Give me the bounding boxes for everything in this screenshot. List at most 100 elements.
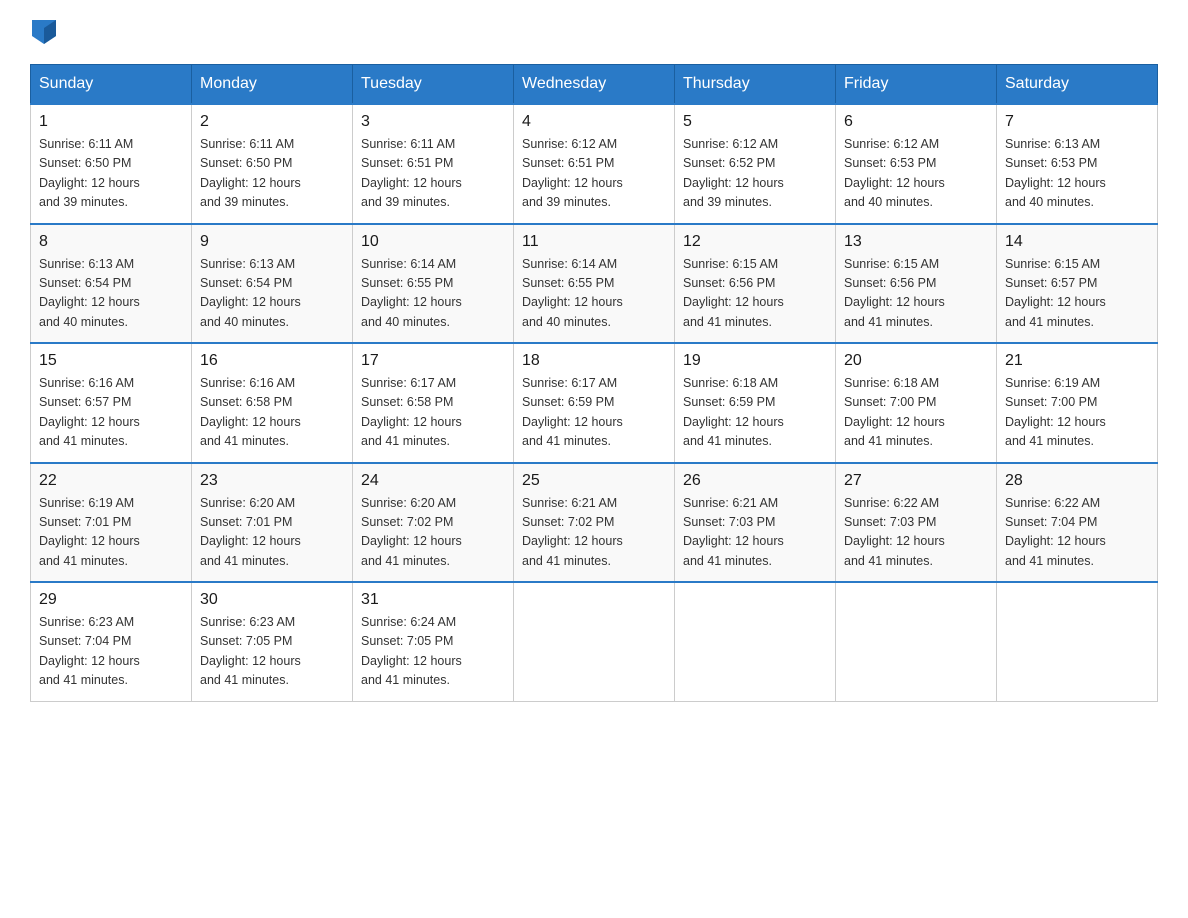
calendar-cell: 1 Sunrise: 6:11 AM Sunset: 6:50 PM Dayli… bbox=[31, 104, 192, 224]
day-info: Sunrise: 6:15 AM Sunset: 6:57 PM Dayligh… bbox=[1005, 255, 1149, 333]
day-info: Sunrise: 6:14 AM Sunset: 6:55 PM Dayligh… bbox=[522, 255, 666, 333]
header-tuesday: Tuesday bbox=[353, 65, 514, 105]
calendar-cell: 6 Sunrise: 6:12 AM Sunset: 6:53 PM Dayli… bbox=[836, 104, 997, 224]
calendar-cell: 23 Sunrise: 6:20 AM Sunset: 7:01 PM Dayl… bbox=[192, 463, 353, 583]
calendar-cell: 16 Sunrise: 6:16 AM Sunset: 6:58 PM Dayl… bbox=[192, 343, 353, 463]
day-info: Sunrise: 6:22 AM Sunset: 7:04 PM Dayligh… bbox=[1005, 494, 1149, 572]
calendar-cell: 9 Sunrise: 6:13 AM Sunset: 6:54 PM Dayli… bbox=[192, 224, 353, 344]
day-number: 27 bbox=[844, 472, 988, 490]
calendar-cell: 7 Sunrise: 6:13 AM Sunset: 6:53 PM Dayli… bbox=[997, 104, 1158, 224]
day-info: Sunrise: 6:23 AM Sunset: 7:05 PM Dayligh… bbox=[200, 613, 344, 691]
calendar-cell: 2 Sunrise: 6:11 AM Sunset: 6:50 PM Dayli… bbox=[192, 104, 353, 224]
day-info: Sunrise: 6:12 AM Sunset: 6:51 PM Dayligh… bbox=[522, 135, 666, 213]
page-header bbox=[30, 20, 1158, 44]
logo bbox=[30, 20, 60, 44]
header-row: SundayMondayTuesdayWednesdayThursdayFrid… bbox=[31, 65, 1158, 105]
day-number: 25 bbox=[522, 472, 666, 490]
day-info: Sunrise: 6:20 AM Sunset: 7:01 PM Dayligh… bbox=[200, 494, 344, 572]
day-info: Sunrise: 6:16 AM Sunset: 6:57 PM Dayligh… bbox=[39, 374, 183, 452]
day-info: Sunrise: 6:12 AM Sunset: 6:53 PM Dayligh… bbox=[844, 135, 988, 213]
calendar-cell: 4 Sunrise: 6:12 AM Sunset: 6:51 PM Dayli… bbox=[514, 104, 675, 224]
day-number: 28 bbox=[1005, 472, 1149, 490]
calendar-cell: 15 Sunrise: 6:16 AM Sunset: 6:57 PM Dayl… bbox=[31, 343, 192, 463]
day-info: Sunrise: 6:18 AM Sunset: 7:00 PM Dayligh… bbox=[844, 374, 988, 452]
header-friday: Friday bbox=[836, 65, 997, 105]
day-number: 4 bbox=[522, 113, 666, 131]
day-info: Sunrise: 6:11 AM Sunset: 6:50 PM Dayligh… bbox=[200, 135, 344, 213]
day-info: Sunrise: 6:18 AM Sunset: 6:59 PM Dayligh… bbox=[683, 374, 827, 452]
week-row-3: 15 Sunrise: 6:16 AM Sunset: 6:57 PM Dayl… bbox=[31, 343, 1158, 463]
header-saturday: Saturday bbox=[997, 65, 1158, 105]
day-info: Sunrise: 6:19 AM Sunset: 7:00 PM Dayligh… bbox=[1005, 374, 1149, 452]
calendar-cell: 3 Sunrise: 6:11 AM Sunset: 6:51 PM Dayli… bbox=[353, 104, 514, 224]
calendar-cell: 30 Sunrise: 6:23 AM Sunset: 7:05 PM Dayl… bbox=[192, 582, 353, 701]
calendar-cell: 14 Sunrise: 6:15 AM Sunset: 6:57 PM Dayl… bbox=[997, 224, 1158, 344]
day-info: Sunrise: 6:23 AM Sunset: 7:04 PM Dayligh… bbox=[39, 613, 183, 691]
calendar-cell: 26 Sunrise: 6:21 AM Sunset: 7:03 PM Dayl… bbox=[675, 463, 836, 583]
day-number: 11 bbox=[522, 233, 666, 251]
calendar-table: SundayMondayTuesdayWednesdayThursdayFrid… bbox=[30, 64, 1158, 702]
day-info: Sunrise: 6:20 AM Sunset: 7:02 PM Dayligh… bbox=[361, 494, 505, 572]
day-number: 12 bbox=[683, 233, 827, 251]
day-info: Sunrise: 6:14 AM Sunset: 6:55 PM Dayligh… bbox=[361, 255, 505, 333]
week-row-2: 8 Sunrise: 6:13 AM Sunset: 6:54 PM Dayli… bbox=[31, 224, 1158, 344]
week-row-5: 29 Sunrise: 6:23 AM Sunset: 7:04 PM Dayl… bbox=[31, 582, 1158, 701]
calendar-cell: 28 Sunrise: 6:22 AM Sunset: 7:04 PM Dayl… bbox=[997, 463, 1158, 583]
header-wednesday: Wednesday bbox=[514, 65, 675, 105]
day-number: 30 bbox=[200, 591, 344, 609]
calendar-cell: 8 Sunrise: 6:13 AM Sunset: 6:54 PM Dayli… bbox=[31, 224, 192, 344]
header-monday: Monday bbox=[192, 65, 353, 105]
day-number: 29 bbox=[39, 591, 183, 609]
calendar-cell: 12 Sunrise: 6:15 AM Sunset: 6:56 PM Dayl… bbox=[675, 224, 836, 344]
day-info: Sunrise: 6:22 AM Sunset: 7:03 PM Dayligh… bbox=[844, 494, 988, 572]
day-info: Sunrise: 6:11 AM Sunset: 6:50 PM Dayligh… bbox=[39, 135, 183, 213]
calendar-cell: 27 Sunrise: 6:22 AM Sunset: 7:03 PM Dayl… bbox=[836, 463, 997, 583]
day-info: Sunrise: 6:21 AM Sunset: 7:02 PM Dayligh… bbox=[522, 494, 666, 572]
calendar-cell: 20 Sunrise: 6:18 AM Sunset: 7:00 PM Dayl… bbox=[836, 343, 997, 463]
calendar-cell bbox=[675, 582, 836, 701]
calendar-cell: 21 Sunrise: 6:19 AM Sunset: 7:00 PM Dayl… bbox=[997, 343, 1158, 463]
calendar-cell: 5 Sunrise: 6:12 AM Sunset: 6:52 PM Dayli… bbox=[675, 104, 836, 224]
day-number: 6 bbox=[844, 113, 988, 131]
logo-icon bbox=[32, 20, 56, 44]
day-number: 3 bbox=[361, 113, 505, 131]
day-info: Sunrise: 6:17 AM Sunset: 6:59 PM Dayligh… bbox=[522, 374, 666, 452]
calendar-cell: 31 Sunrise: 6:24 AM Sunset: 7:05 PM Dayl… bbox=[353, 582, 514, 701]
day-info: Sunrise: 6:16 AM Sunset: 6:58 PM Dayligh… bbox=[200, 374, 344, 452]
calendar-cell: 10 Sunrise: 6:14 AM Sunset: 6:55 PM Dayl… bbox=[353, 224, 514, 344]
day-number: 22 bbox=[39, 472, 183, 490]
calendar-cell: 22 Sunrise: 6:19 AM Sunset: 7:01 PM Dayl… bbox=[31, 463, 192, 583]
calendar-cell bbox=[997, 582, 1158, 701]
calendar-cell: 17 Sunrise: 6:17 AM Sunset: 6:58 PM Dayl… bbox=[353, 343, 514, 463]
day-number: 16 bbox=[200, 352, 344, 370]
calendar-cell bbox=[836, 582, 997, 701]
day-info: Sunrise: 6:21 AM Sunset: 7:03 PM Dayligh… bbox=[683, 494, 827, 572]
header-sunday: Sunday bbox=[31, 65, 192, 105]
day-info: Sunrise: 6:12 AM Sunset: 6:52 PM Dayligh… bbox=[683, 135, 827, 213]
day-number: 26 bbox=[683, 472, 827, 490]
day-number: 19 bbox=[683, 352, 827, 370]
day-number: 7 bbox=[1005, 113, 1149, 131]
day-info: Sunrise: 6:13 AM Sunset: 6:53 PM Dayligh… bbox=[1005, 135, 1149, 213]
day-number: 2 bbox=[200, 113, 344, 131]
week-row-4: 22 Sunrise: 6:19 AM Sunset: 7:01 PM Dayl… bbox=[31, 463, 1158, 583]
day-number: 10 bbox=[361, 233, 505, 251]
day-number: 17 bbox=[361, 352, 505, 370]
day-info: Sunrise: 6:15 AM Sunset: 6:56 PM Dayligh… bbox=[844, 255, 988, 333]
day-info: Sunrise: 6:17 AM Sunset: 6:58 PM Dayligh… bbox=[361, 374, 505, 452]
day-number: 31 bbox=[361, 591, 505, 609]
week-row-1: 1 Sunrise: 6:11 AM Sunset: 6:50 PM Dayli… bbox=[31, 104, 1158, 224]
header-thursday: Thursday bbox=[675, 65, 836, 105]
day-number: 21 bbox=[1005, 352, 1149, 370]
calendar-cell: 11 Sunrise: 6:14 AM Sunset: 6:55 PM Dayl… bbox=[514, 224, 675, 344]
day-info: Sunrise: 6:19 AM Sunset: 7:01 PM Dayligh… bbox=[39, 494, 183, 572]
day-number: 14 bbox=[1005, 233, 1149, 251]
day-info: Sunrise: 6:15 AM Sunset: 6:56 PM Dayligh… bbox=[683, 255, 827, 333]
day-number: 5 bbox=[683, 113, 827, 131]
calendar-cell: 18 Sunrise: 6:17 AM Sunset: 6:59 PM Dayl… bbox=[514, 343, 675, 463]
day-number: 8 bbox=[39, 233, 183, 251]
day-info: Sunrise: 6:11 AM Sunset: 6:51 PM Dayligh… bbox=[361, 135, 505, 213]
calendar-cell: 19 Sunrise: 6:18 AM Sunset: 6:59 PM Dayl… bbox=[675, 343, 836, 463]
day-info: Sunrise: 6:13 AM Sunset: 6:54 PM Dayligh… bbox=[39, 255, 183, 333]
day-info: Sunrise: 6:24 AM Sunset: 7:05 PM Dayligh… bbox=[361, 613, 505, 691]
